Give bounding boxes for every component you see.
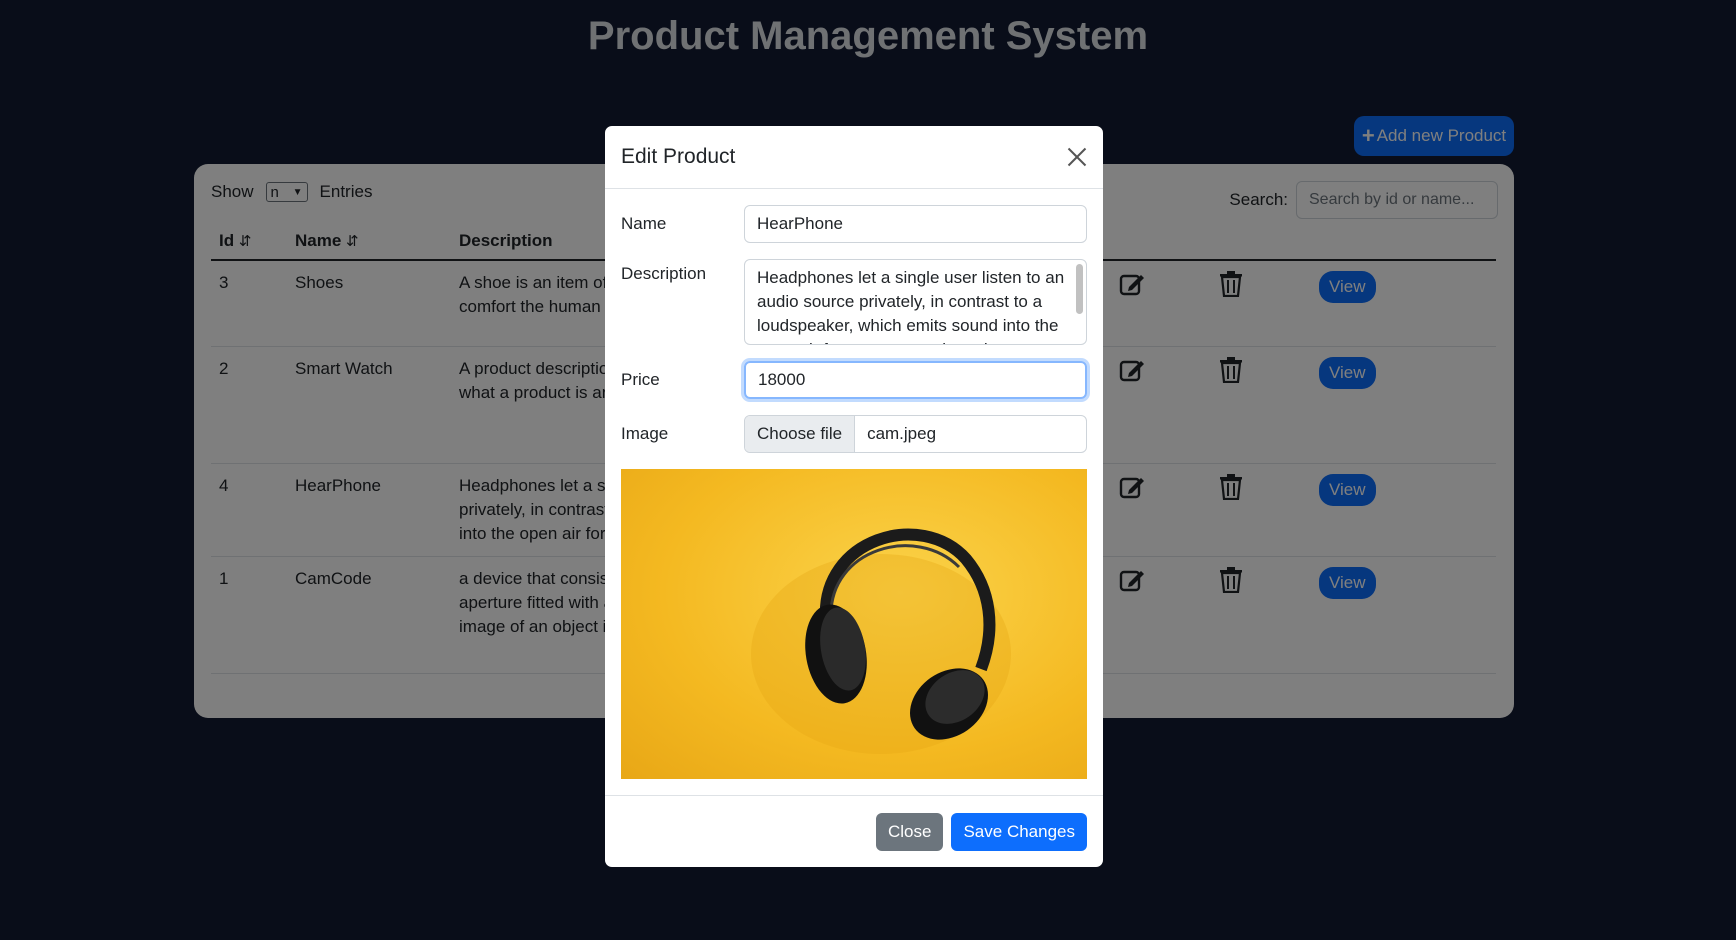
- headphones-image: [751, 528, 1011, 754]
- modal-title: Edit Product: [621, 145, 736, 168]
- name-label: Name: [621, 214, 667, 233]
- image-label: Image: [621, 424, 669, 443]
- price-field[interactable]: 18000: [744, 361, 1087, 399]
- description-text: Headphones let a single user listen to a…: [757, 268, 1065, 344]
- name-field[interactable]: HearPhone: [744, 205, 1087, 243]
- modal-header: Edit Product: [605, 126, 1103, 189]
- price-label: Price: [621, 370, 660, 389]
- description-row: Description Headphones let a single user…: [621, 259, 1087, 345]
- description-label: Description: [621, 264, 707, 283]
- price-row: Price 18000: [621, 361, 1087, 399]
- save-changes-button[interactable]: Save Changes: [951, 812, 1087, 851]
- edit-product-modal: Edit Product Name HearPhone Description …: [605, 126, 1103, 867]
- modal-footer: Close Save Changes: [605, 795, 1103, 867]
- description-scrollbar[interactable]: [1076, 264, 1083, 314]
- choose-file-button[interactable]: Choose file: [745, 416, 856, 452]
- file-name: cam.jpeg: [867, 424, 937, 443]
- description-field[interactable]: Headphones let a single user listen to a…: [744, 259, 1087, 345]
- image-preview: [621, 469, 1087, 779]
- close-icon[interactable]: [1067, 147, 1087, 167]
- close-button[interactable]: Close: [876, 812, 944, 851]
- name-row: Name HearPhone: [621, 205, 1087, 243]
- image-file-input[interactable]: Choose file cam.jpeg: [744, 415, 1087, 453]
- image-row: Image Choose file cam.jpeg: [621, 415, 1087, 453]
